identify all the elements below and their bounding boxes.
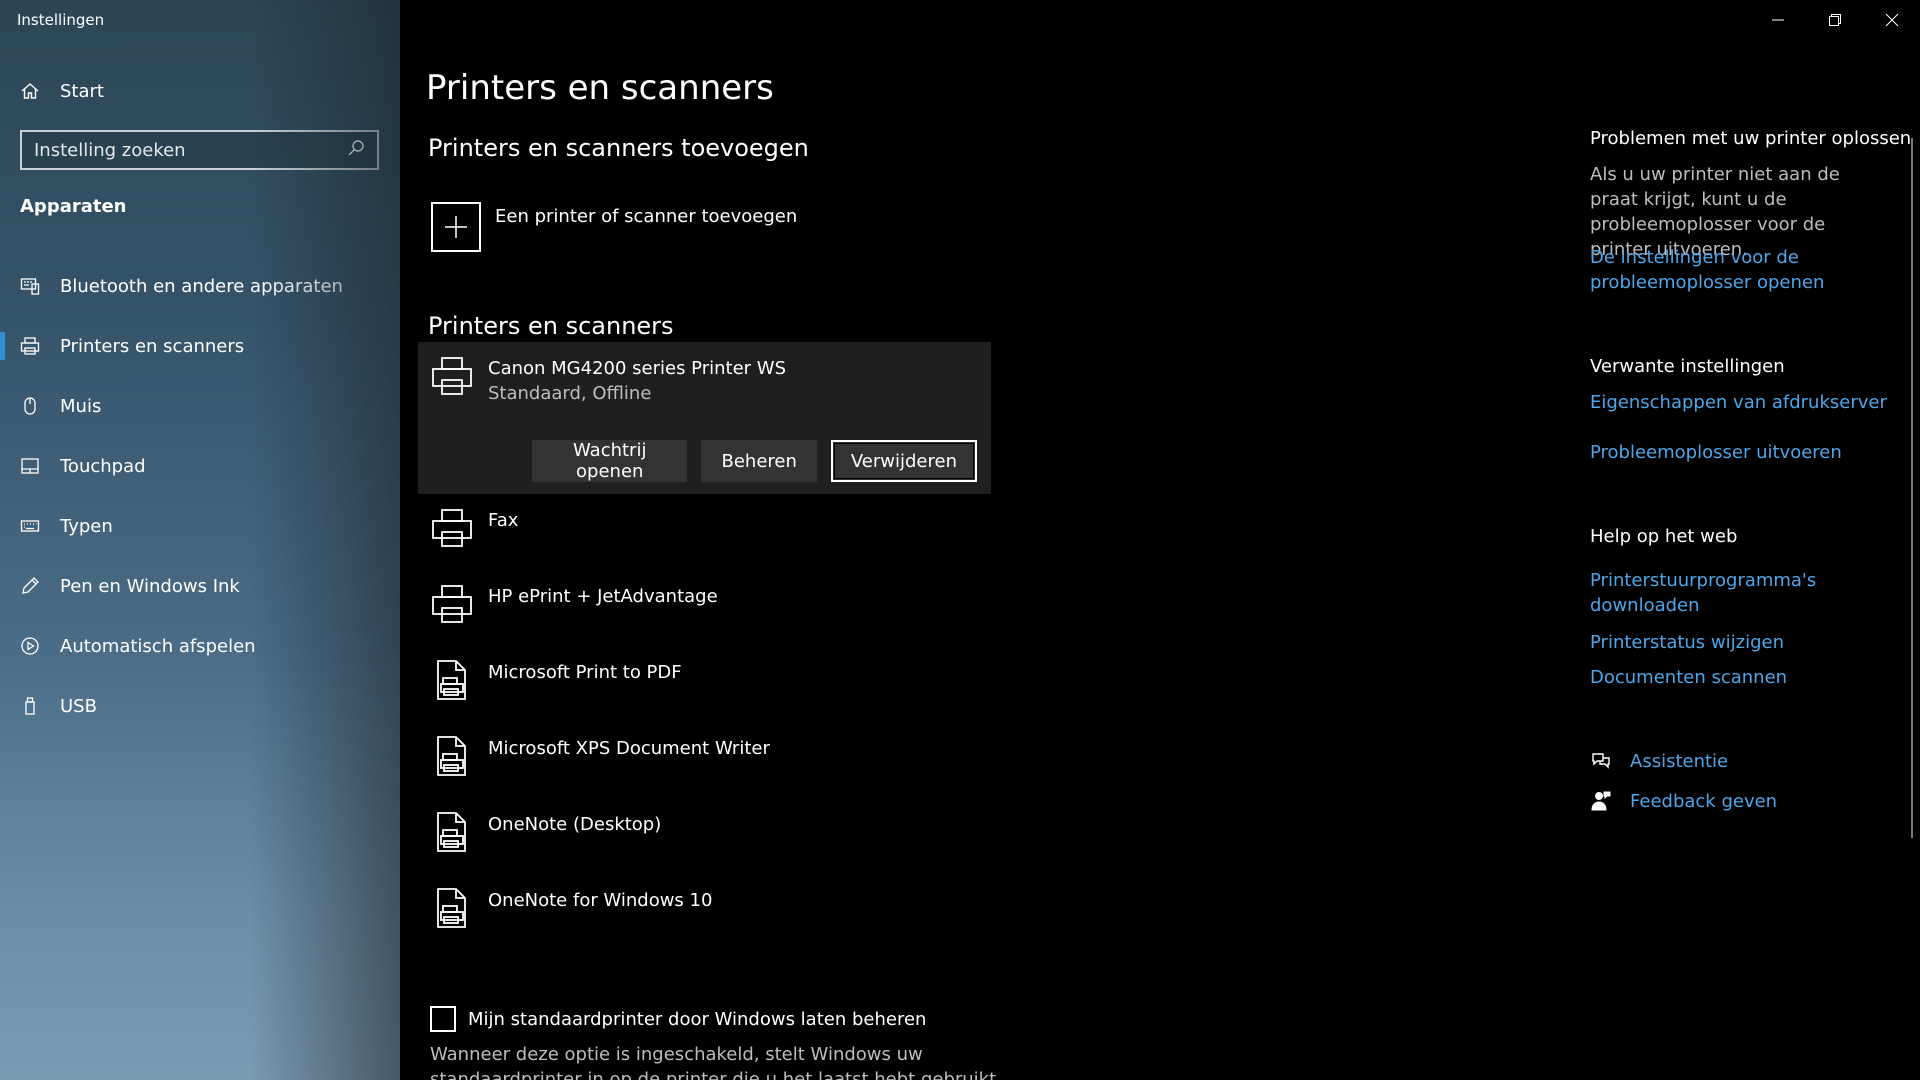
printer-status-link[interactable]: Printerstatus wijzigen [1590, 630, 1890, 655]
search-box[interactable] [20, 130, 379, 170]
nav-home[interactable]: Start [0, 72, 400, 110]
printer-item-xps[interactable]: Microsoft XPS Document Writer [418, 722, 991, 798]
printer-name: Fax [488, 510, 519, 531]
sidebar: Instellingen Start Apparaten Bluetooth e… [0, 0, 400, 1080]
sidebar-item-usb[interactable]: USB [0, 676, 400, 736]
checkbox-description: Wanneer deze optie is ingeschakeld, stel… [430, 1044, 997, 1080]
section-heading: Apparaten [20, 196, 127, 217]
minimize-button[interactable] [1749, 0, 1806, 40]
related-heading: Verwante instellingen [1590, 356, 1785, 377]
remove-button[interactable]: Verwijderen [830, 440, 977, 482]
default-printer-checkbox[interactable] [430, 1006, 456, 1032]
printer-item-pdf[interactable]: Microsoft Print to PDF [418, 646, 991, 722]
bluetooth-devices-icon [0, 276, 60, 296]
touchpad-icon [0, 456, 60, 476]
scrollbar[interactable] [1911, 138, 1913, 838]
autoplay-icon [0, 636, 60, 656]
printers-list-title: Printers en scanners [428, 312, 674, 340]
window-controls [1749, 0, 1920, 40]
add-printer-button[interactable]: Een printer of scanner toevoegen [431, 202, 797, 252]
printer-item-onenote-desktop[interactable]: OneNote (Desktop) [418, 798, 991, 874]
printer-item-canon[interactable]: Canon MG4200 series Printer WS Standaard… [418, 342, 991, 494]
sidebar-item-label: Printers en scanners [60, 335, 245, 357]
sidebar-item-label: USB [60, 695, 97, 717]
search-icon[interactable] [347, 139, 365, 161]
restore-icon [1828, 14, 1841, 26]
plus-icon [431, 202, 481, 252]
sidebar-item-autoplay[interactable]: Automatisch afspelen [0, 616, 400, 676]
printer-name: OneNote (Desktop) [488, 814, 662, 835]
usb-icon [0, 696, 60, 716]
sidebar-item-printers[interactable]: Printers en scanners [0, 316, 400, 376]
assist-link[interactable]: Assistentie [1590, 750, 1728, 772]
checkbox-label: Mijn standaardprinter door Windows laten… [468, 1008, 927, 1030]
print-server-properties-link[interactable]: Eigenschappen van afdrukserver [1590, 390, 1890, 415]
default-printer-checkbox-row[interactable]: Mijn standaardprinter door Windows laten… [430, 1006, 926, 1032]
close-icon [1885, 13, 1898, 27]
sidebar-item-typing[interactable]: Typen [0, 496, 400, 556]
printer-status: Standaard, Offline [488, 383, 652, 404]
page-title: Printers en scanners [426, 68, 774, 108]
printer-icon [0, 336, 60, 356]
printer-icon [430, 354, 474, 398]
printer-icon [430, 582, 474, 626]
open-queue-button[interactable]: Wachtrij openen [532, 440, 688, 482]
printer-item-hp[interactable]: HP ePrint + JetAdvantage [418, 570, 991, 646]
chat-help-icon [1592, 753, 1610, 769]
printer-name: Microsoft XPS Document Writer [488, 738, 770, 759]
close-button[interactable] [1863, 0, 1920, 40]
help-heading: Help op het web [1590, 526, 1738, 547]
feedback-link[interactable]: Feedback geven [1590, 790, 1777, 812]
troubleshoot-heading: Problemen met uw printer oplossen [1590, 128, 1912, 149]
feedback-label: Feedback geven [1630, 790, 1778, 812]
document-printer-icon [430, 658, 474, 702]
document-printer-icon [430, 810, 474, 854]
mouse-icon [0, 396, 60, 416]
printer-item-onenote-w10[interactable]: OneNote for Windows 10 [418, 874, 991, 950]
printer-actions: Wachtrij openen Beheren Verwijderen [532, 440, 991, 482]
printer-name: OneNote for Windows 10 [488, 890, 713, 911]
sidebar-item-label: Bluetooth en andere apparaten [60, 275, 343, 297]
sidebar-item-mouse[interactable]: Muis [0, 376, 400, 436]
feedback-icon [1591, 791, 1611, 811]
minimize-icon [1771, 19, 1784, 21]
home-icon [0, 81, 60, 101]
pen-icon [0, 576, 60, 596]
scan-documents-link[interactable]: Documenten scannen [1590, 665, 1890, 690]
printer-name: Microsoft Print to PDF [488, 662, 682, 683]
printer-item-fax[interactable]: Fax [418, 494, 991, 570]
sidebar-item-bluetooth[interactable]: Bluetooth en andere apparaten [0, 256, 400, 316]
run-troubleshooter-link[interactable]: Probleemoplosser uitvoeren [1590, 440, 1890, 465]
nav-list: Bluetooth en andere apparaten Printers e… [0, 256, 400, 736]
app-title: Instellingen [17, 11, 105, 29]
search-input[interactable] [34, 139, 347, 161]
printer-name: Canon MG4200 series Printer WS [488, 358, 787, 379]
add-section-title: Printers en scanners toevoegen [428, 134, 809, 162]
sidebar-item-label: Muis [60, 395, 102, 417]
document-printer-icon [430, 734, 474, 778]
sidebar-item-label: Touchpad [60, 455, 146, 477]
download-drivers-link[interactable]: Printerstuurprogramma's downloaden [1590, 568, 1890, 618]
sidebar-item-label: Typen [60, 515, 113, 537]
keyboard-icon [0, 516, 60, 536]
manage-button[interactable]: Beheren [701, 440, 817, 482]
printer-list: Canon MG4200 series Printer WS Standaard… [418, 342, 991, 950]
troubleshoot-settings-link[interactable]: De instellingen voor de probleemoplosser… [1590, 245, 1890, 295]
sidebar-item-label: Automatisch afspelen [60, 635, 256, 657]
sidebar-item-pen[interactable]: Pen en Windows Ink [0, 556, 400, 616]
printer-name: HP ePrint + JetAdvantage [488, 586, 718, 607]
document-printer-icon [430, 886, 474, 930]
restore-button[interactable] [1806, 0, 1863, 40]
sidebar-item-label: Pen en Windows Ink [60, 575, 240, 597]
main-content: Printers en scanners Printers en scanner… [400, 0, 1920, 1080]
add-printer-label: Een printer of scanner toevoegen [495, 206, 798, 227]
nav-home-label: Start [60, 80, 104, 102]
assist-label: Assistentie [1630, 750, 1729, 772]
sidebar-item-touchpad[interactable]: Touchpad [0, 436, 400, 496]
printer-icon [430, 506, 474, 550]
